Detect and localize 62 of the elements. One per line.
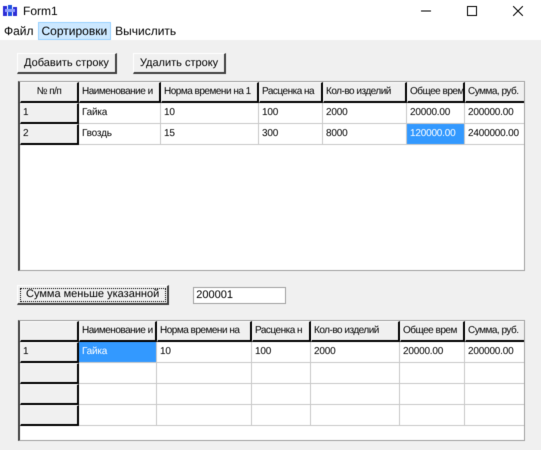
column-header[interactable]: [20, 321, 79, 342]
row-header[interactable]: 1: [20, 103, 79, 124]
row-header[interactable]: 2: [20, 124, 79, 145]
row-header[interactable]: [20, 384, 79, 405]
table-cell[interactable]: 20000.00: [400, 342, 465, 363]
menu-item[interactable]: Файл: [0, 22, 38, 40]
table-cell[interactable]: [157, 384, 252, 405]
column-header[interactable]: № п/п: [20, 82, 79, 103]
maximize-icon: [467, 6, 477, 16]
row-header[interactable]: [20, 405, 79, 426]
data-grid[interactable]: Наименование и Норма времени на Расценка н Кол-во изделий Общее врем Сумма, руб. 1 Гайка 10 100 2000 20000.00 200000.00: [18, 320, 525, 441]
table-cell[interactable]: [79, 405, 157, 426]
table-cell[interactable]: 8000: [323, 124, 407, 145]
row-header[interactable]: 1: [20, 342, 79, 363]
column-header[interactable]: Наименование и: [79, 82, 161, 103]
table-cell[interactable]: [400, 363, 465, 384]
table-cell[interactable]: [252, 363, 311, 384]
menu-item[interactable]: Сортировки: [38, 22, 112, 40]
menu-item[interactable]: Вычислить: [111, 22, 180, 40]
table-cell[interactable]: [79, 363, 157, 384]
table-cell[interactable]: [400, 384, 465, 405]
window-title: Form1: [23, 3, 58, 20]
table-cell[interactable]: [252, 384, 311, 405]
column-header[interactable]: Наименование и: [79, 321, 157, 342]
column-header[interactable]: Общее врем: [407, 82, 465, 103]
table-cell[interactable]: [311, 384, 400, 405]
table-cell[interactable]: 100: [259, 103, 323, 124]
table-cell[interactable]: Гвоздь: [79, 124, 161, 145]
column-header[interactable]: Расценка на: [259, 82, 323, 103]
table-cell[interactable]: 10: [161, 103, 259, 124]
table-cell[interactable]: 2000: [311, 342, 400, 363]
data-grid[interactable]: № п/п Наименование и Норма времени на 1 Расценка на Кол-во изделий Общее врем Сумма, руб. 1 Гайка 10 100 2000 20000.00 200000.00 2 Гвоздь 15 300 8000 120000.00 2400000.00: [18, 81, 525, 271]
table-cell[interactable]: 10: [157, 342, 252, 363]
table-cell[interactable]: 20000.00: [407, 103, 465, 124]
app-icon: [3, 5, 17, 17]
table-cell[interactable]: [400, 405, 465, 426]
table-cell[interactable]: [157, 405, 252, 426]
column-header[interactable]: Норма времени на 1: [161, 82, 259, 103]
table-cell[interactable]: [311, 405, 400, 426]
column-header[interactable]: Расценка н: [252, 321, 311, 342]
table-cell[interactable]: [79, 384, 157, 405]
table-cell[interactable]: [157, 363, 252, 384]
table-cell[interactable]: [252, 405, 311, 426]
minimize-icon: [421, 10, 431, 12]
filter-button[interactable]: Сумма меньше указанной: [17, 285, 170, 305]
table-cell[interactable]: 100: [252, 342, 311, 363]
table-cell[interactable]: Гайка: [79, 103, 161, 124]
table-cell[interactable]: 15: [161, 124, 259, 145]
row-header[interactable]: [20, 363, 79, 384]
column-header[interactable]: Кол-во изделий: [323, 82, 407, 103]
column-header[interactable]: Кол-во изделий: [311, 321, 400, 342]
column-header[interactable]: Сумма, руб.: [465, 82, 524, 103]
table-cell[interactable]: 300: [259, 124, 323, 145]
sum-input-field[interactable]: 200001: [193, 286, 286, 304]
column-header[interactable]: Общее врем: [400, 321, 465, 342]
toolbar-button[interactable]: Добавить строку: [17, 53, 117, 74]
table-cell[interactable]: [311, 363, 400, 384]
column-header[interactable]: Норма времени на: [157, 321, 252, 342]
close-icon: [513, 6, 523, 16]
table-cell[interactable]: 2000: [323, 103, 407, 124]
toolbar-button[interactable]: Удалить строку: [132, 53, 226, 74]
column-header[interactable]: Сумма, руб.: [465, 321, 524, 342]
